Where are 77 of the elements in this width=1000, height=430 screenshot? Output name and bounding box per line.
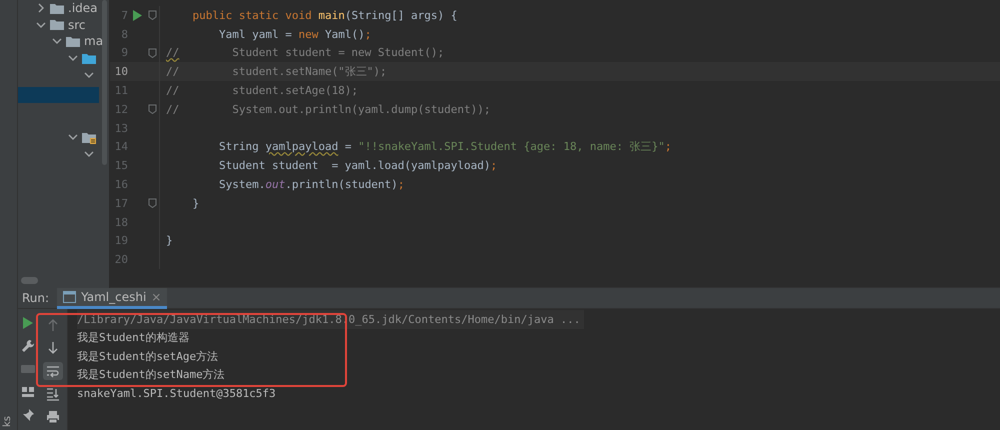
run-icon[interactable]	[21, 316, 35, 330]
fold-icon[interactable]	[148, 10, 156, 20]
line-number: 11	[114, 84, 128, 98]
code-text: ;	[398, 178, 404, 192]
line-number: 20	[114, 253, 128, 266]
scrollbar-thumb[interactable]	[21, 277, 38, 284]
console-output: snakeYaml.SPI.Student@3581c5f3	[77, 386, 277, 402]
print-icon	[46, 410, 60, 424]
chevron-down-icon[interactable]	[52, 36, 62, 46]
code-text: // System.out.println(yaml.dump(student));	[166, 102, 491, 116]
line-number: 9	[120, 46, 128, 60]
soft-wrap-icon	[46, 364, 60, 378]
tool-window-label[interactable]: ks	[2, 416, 13, 427]
code-text: ;	[664, 140, 672, 154]
code-text: =	[344, 140, 352, 154]
folder-icon	[82, 52, 96, 65]
resource-folder-icon	[82, 130, 96, 144]
line-number: 14	[114, 140, 128, 154]
fold-icon[interactable]	[148, 104, 156, 114]
chevron-down-icon[interactable]	[84, 70, 94, 80]
code-text: "!!snakeYaml.SPI.Student {age: 18, name: 张三}"	[358, 139, 665, 154]
code-text: ;	[364, 28, 372, 41]
code-text: .println(student)	[285, 178, 398, 192]
line-number: 7	[120, 8, 128, 22]
arrow-down-icon	[46, 341, 60, 355]
chevron-down-icon[interactable]	[36, 20, 46, 30]
chevron-down-icon[interactable]	[68, 132, 78, 142]
code-text: main	[318, 8, 345, 22]
line-number: 13	[114, 122, 128, 135]
wrench-icon[interactable]	[21, 339, 35, 353]
line-number: 18	[114, 216, 128, 229]
code-text: public static void	[191, 8, 313, 22]
pin-icon[interactable]	[21, 408, 35, 422]
chevron-down-icon[interactable]	[84, 148, 94, 159]
line-number: 10	[114, 65, 128, 78]
code-text: System.	[218, 178, 266, 192]
folder-icon	[50, 2, 64, 15]
code-text: //	[166, 46, 180, 60]
code-text: yamlpayload	[265, 140, 338, 154]
fold-icon[interactable]	[148, 48, 156, 58]
line-number: 16	[114, 178, 128, 192]
run-icon[interactable]	[132, 10, 142, 21]
folder-icon	[50, 18, 64, 32]
folder-icon	[66, 34, 80, 48]
code-text: ;	[490, 159, 498, 172]
line-number: 19	[114, 234, 128, 248]
code-text: Yaml yaml =	[218, 28, 293, 41]
line-number: 17	[114, 196, 128, 210]
code-text: (String[] args) {	[344, 8, 458, 22]
line-number: 8	[120, 28, 128, 41]
console-output: 我是Student的构造器	[77, 330, 190, 346]
code-text: // student.setName("张三");	[166, 64, 387, 80]
console-output: 我是Student的setAge方法	[77, 348, 220, 365]
code-text: out	[265, 178, 286, 192]
code-text: Yaml()	[324, 28, 365, 41]
code-text: }	[166, 234, 173, 248]
tree-item[interactable]: src	[68, 18, 86, 32]
tree-item[interactable]: ma	[84, 34, 104, 48]
fold-icon[interactable]	[148, 198, 156, 208]
chevron-down-icon[interactable]	[68, 53, 78, 64]
run-tab[interactable]: Yaml_ceshi ×	[57, 288, 168, 308]
tree-item[interactable]: .idea	[68, 1, 98, 16]
panel-label: Run:	[22, 291, 50, 305]
console-output: 我是Student的setName方法	[77, 367, 226, 384]
code-text: // student.setAge(18);	[166, 84, 358, 98]
code-text: String	[218, 140, 260, 154]
code-text: Student student = new Student();	[231, 46, 444, 60]
soft-wrap-button[interactable]	[42, 362, 62, 380]
code-text: }	[191, 196, 200, 210]
layout-icon[interactable]	[21, 385, 35, 399]
line-number: 12	[114, 102, 128, 116]
line-number: 15	[114, 159, 128, 172]
code-text: Student student = yaml.load(yamlpayload)	[218, 159, 491, 172]
window-icon	[63, 290, 76, 302]
chevron-right-icon[interactable]	[36, 3, 46, 14]
code-text: new	[298, 28, 318, 41]
scroll-to-end-icon	[46, 387, 60, 401]
